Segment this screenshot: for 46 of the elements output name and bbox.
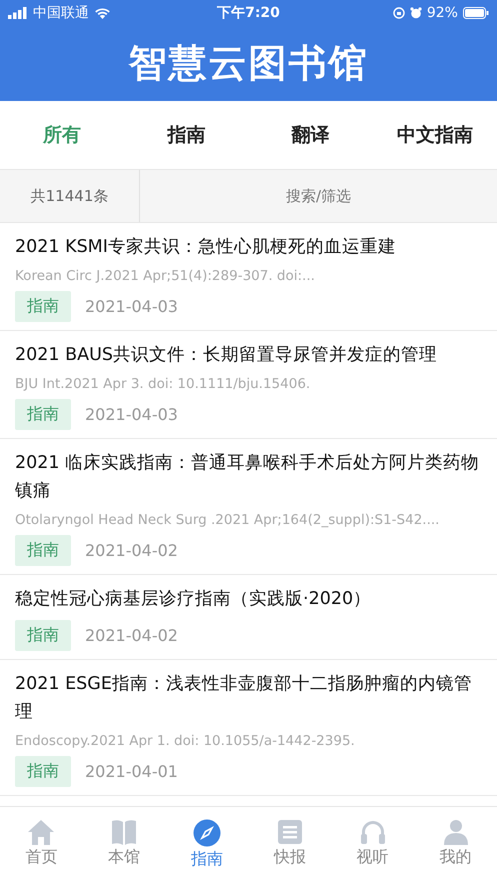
article-date: 2021-04-02 [85,626,178,645]
list-icon [276,819,303,845]
tab-bar-item[interactable]: 我的 [414,807,497,883]
filter-tab[interactable]: 中文指南 [372,122,497,148]
battery-icon [462,7,489,19]
article-title[interactable]: 稳定性冠心病基层诊疗指南（实践版·2020） [15,585,483,613]
result-count: 共11441条 [0,170,140,222]
search-filter-button[interactable]: 搜索/筛选 [140,170,497,222]
article-source: BJU Int.2021 Apr 3. doi: 10.1111/bju.15406. [15,376,312,392]
tab-bar-item[interactable]: 首页 [0,807,83,883]
person-icon [442,819,469,845]
article-date: 2021-04-03 [85,297,178,316]
book-icon [110,819,138,845]
article-source: Korean Circ J.2021 Apr;51(4):289-307. doi:... [15,268,316,284]
app-title: 智慧云图书馆 [128,40,368,87]
filter-tab[interactable]: 所有 [0,122,124,148]
battery-percent: 92% [426,5,458,21]
article-source: Otolaryngol Head Neck Surg .2021 Apr;164(2_suppl):S1-S42.... [15,512,440,528]
filter-tab[interactable]: 指南 [124,122,248,148]
filter-tab[interactable]: 翻译 [248,122,373,148]
article-title[interactable]: 2021 BAUS共识文件：长期留置导尿管并发症的管理 [15,341,483,369]
wifi-icon [94,7,111,19]
tab-bar-item[interactable]: 本馆 [82,807,166,883]
article-title[interactable]: 2021 KSMI专家共识：急性心肌梗死的血运重建 [15,233,483,261]
compass-icon [193,819,222,847]
tab-bar-item[interactable]: 快报 [248,807,332,883]
category-tag: 指南 [15,399,71,430]
status-time: 下午7:20 [217,4,280,22]
category-tag: 指南 [15,535,71,566]
article-title[interactable]: 2021 临床实践指南：普通耳鼻喉科手术后处方阿片类药物镇痛 [15,449,483,505]
category-tag: 指南 [15,620,71,651]
article-date: 2021-04-01 [85,762,178,781]
tab-bar-item[interactable]: 视听 [331,807,414,883]
rotation-lock-icon [392,7,405,19]
headphones-icon [358,819,387,845]
article-date: 2021-04-02 [85,541,178,560]
category-tag: 指南 [15,291,71,322]
article-title[interactable]: 2021 ESGE指南：浅表性非壶腹部十二指肠肿瘤的内镜管理 [15,670,483,726]
carrier-name: 中国联通 [33,4,89,22]
tab-bar-item[interactable]: 指南 [166,807,248,883]
category-tag: 指南 [15,756,71,787]
alarm-icon [410,7,422,19]
home-icon [27,819,56,845]
signal-icon [8,7,28,19]
article-source: Endoscopy.2021 Apr 1. doi: 10.1055/a-1442-2395. [15,733,356,749]
article-date: 2021-04-03 [85,405,178,424]
